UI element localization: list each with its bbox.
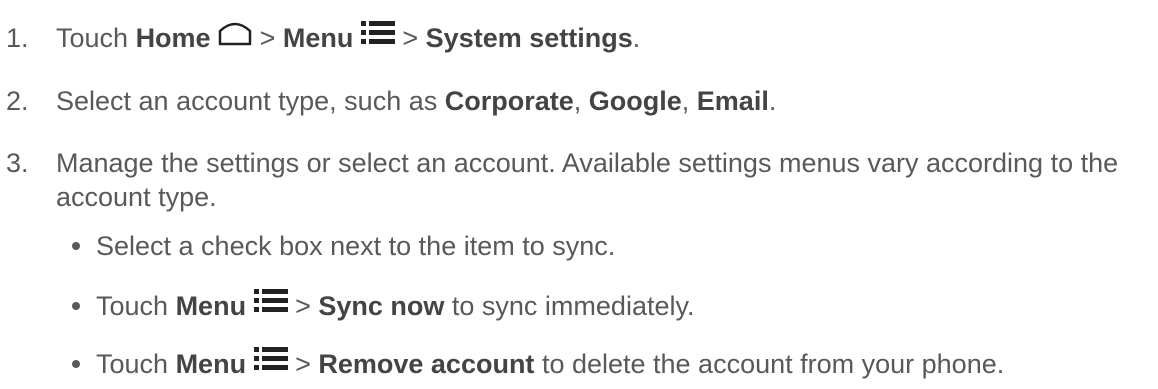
menu-label: Menu xyxy=(282,23,354,53)
bullet-item: Select a check box next to the item to s… xyxy=(72,229,615,263)
step-text-line2: account type. xyxy=(56,182,217,212)
bullet-dot xyxy=(72,301,80,310)
step-text: Select an account type, such as Corporat… xyxy=(56,86,777,116)
menu-icon xyxy=(253,288,288,322)
bullet-item: Touch Menu > Sync now to sync immediatel… xyxy=(72,288,694,325)
sync-now-label: Sync now xyxy=(318,291,445,321)
google-label: Google xyxy=(588,86,682,116)
home-icon xyxy=(218,20,252,54)
step-number: 3. xyxy=(6,148,29,178)
menu-icon xyxy=(253,346,288,380)
bullet-item: Touch Menu > Remove account to delete th… xyxy=(72,346,1004,383)
menu-label: Menu xyxy=(175,291,247,321)
bullet-dot xyxy=(72,359,80,368)
system-settings-label: System settings xyxy=(425,23,633,53)
step-text: Touch Home > Menu > System settings. xyxy=(56,20,640,57)
menu-icon xyxy=(360,20,395,54)
menu-label: Menu xyxy=(175,349,247,379)
step-number: 1. xyxy=(6,23,29,53)
remove-account-label: Remove account xyxy=(318,349,535,379)
step-number: 2. xyxy=(6,86,29,116)
email-label: Email xyxy=(696,86,769,116)
step-text-line1: Manage the settings or select an account… xyxy=(56,148,1119,178)
corporate-label: Corporate xyxy=(444,86,574,116)
home-label: Home xyxy=(135,23,211,53)
bullet-dot xyxy=(72,241,80,250)
